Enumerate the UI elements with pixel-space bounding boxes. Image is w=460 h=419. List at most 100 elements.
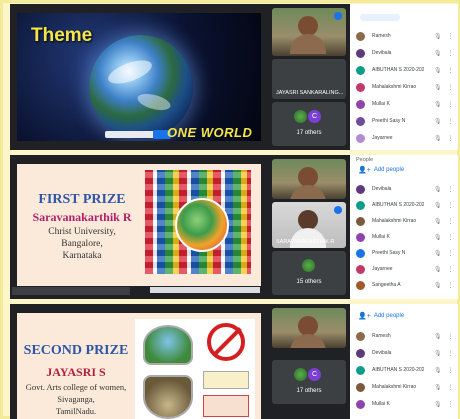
microphone-icon[interactable]: 🎙 xyxy=(434,33,442,40)
participant-row[interactable]: Mullai K 🎙 ⋮ xyxy=(356,231,454,243)
person-body xyxy=(290,34,326,54)
participant-row[interactable]: Devibala 🎙 ⋮ xyxy=(356,183,454,195)
participant-row[interactable]: Devibala 🎙 ⋮ xyxy=(356,47,454,59)
winner-detail-line: Sivaganga, xyxy=(57,394,95,404)
prize-title: SECOND PRIZE xyxy=(23,343,129,358)
avatar xyxy=(356,264,365,274)
more-vertical-icon[interactable]: ⋮ xyxy=(448,135,454,142)
hourglass-poster-image xyxy=(135,319,255,419)
participant-name: Jayarnee xyxy=(372,135,393,141)
more-vertical-icon[interactable]: ⋮ xyxy=(448,282,454,289)
presentation-stage: FIRST PRIZE Saravanakarthik R Christ Uni… xyxy=(10,155,268,299)
more-vertical-icon[interactable]: ⋮ xyxy=(448,367,454,374)
video-tile-name[interactable]: JAYASRI SANKARALING... xyxy=(272,59,346,99)
participant-row[interactable]: Sangeetha A 🎙 ⋮ xyxy=(356,279,454,291)
participant-row[interactable]: Mahalakshmi Kirrao 🎙 ⋮ xyxy=(356,215,454,227)
video-tile-presenter[interactable]: SARAVANAKARTHIK R xyxy=(272,202,346,248)
avatar xyxy=(356,216,365,226)
participant-row[interactable]: Jayarnee 🎙 ⋮ xyxy=(356,132,454,144)
add-people-label: Add people xyxy=(373,167,405,173)
microphone-icon[interactable]: 🎙 xyxy=(434,384,442,391)
slide-subtitle: ONE WORLD xyxy=(167,125,253,140)
no-sign-icon xyxy=(207,323,245,361)
participant-row[interactable]: Mahalakshmi Kirrao 🎙 ⋮ xyxy=(356,381,454,393)
microphone-icon[interactable]: 🎙 xyxy=(434,118,442,125)
more-vertical-icon[interactable]: ⋮ xyxy=(448,218,454,225)
more-vertical-icon[interactable]: ⋮ xyxy=(448,266,454,273)
add-people-button[interactable]: 👤+ Add people xyxy=(358,166,404,174)
avatar: C xyxy=(308,110,321,123)
microphone-icon[interactable]: 🎙 xyxy=(434,186,442,193)
microphone-icon[interactable]: 🎙 xyxy=(434,282,442,289)
participant-name: Devibala xyxy=(372,50,392,56)
video-tile-presenter[interactable] xyxy=(272,8,346,56)
globe-poster-image xyxy=(175,198,229,252)
hourglass-top xyxy=(143,325,193,365)
meeting-panel-first-prize: FIRST PRIZE Saravanakarthik R Christ Uni… xyxy=(10,155,458,299)
theme-slide: Theme ONE WORLD xyxy=(17,13,261,141)
video-tile[interactable] xyxy=(272,159,346,199)
participant-row[interactable]: Ramesh 🎙 ⋮ xyxy=(356,30,454,42)
participant-name: Jayarnee xyxy=(372,266,393,272)
participant-row[interactable]: Mullai K 🎙 ⋮ xyxy=(356,398,454,410)
video-tile-presenter[interactable] xyxy=(272,308,346,348)
participant-row[interactable]: AIBUTHAN S 2020-2024 🎙 ⋮ xyxy=(356,64,454,76)
hourglass-bottom xyxy=(143,375,193,419)
microphone-icon[interactable]: 🎙 xyxy=(434,84,442,91)
microphone-icon[interactable]: 🎙 xyxy=(434,266,442,273)
cloud-shape xyxy=(105,55,155,89)
poster-note xyxy=(203,371,249,389)
more-vertical-icon[interactable]: ⋮ xyxy=(448,186,454,193)
microphone-icon[interactable]: 🎙 xyxy=(434,401,442,408)
microphone-icon[interactable]: 🎙 xyxy=(434,218,442,225)
person-head xyxy=(298,167,318,187)
more-vertical-icon[interactable]: ⋮ xyxy=(448,401,454,408)
participant-row[interactable]: Preethi Sasy N 🎙 ⋮ xyxy=(356,247,454,259)
participant-row[interactable]: Ramesh 🎙 ⋮ xyxy=(356,330,454,342)
participant-row[interactable]: AIBUTHAN S 2020-2024 🎙 ⋮ xyxy=(356,199,454,211)
microphone-icon[interactable]: 🎙 xyxy=(434,50,442,57)
more-vertical-icon[interactable]: ⋮ xyxy=(448,84,454,91)
avatar xyxy=(356,99,365,109)
microphone-icon[interactable]: 🎙 xyxy=(434,367,442,374)
more-vertical-icon[interactable]: ⋮ xyxy=(448,33,454,40)
more-vertical-icon[interactable]: ⋮ xyxy=(448,202,454,209)
avatar xyxy=(356,31,365,41)
microphone-icon[interactable]: 🎙 xyxy=(434,101,442,108)
winner-detail-line: Govt. Arts college of women, xyxy=(25,382,127,392)
video-tile-others[interactable]: C 17 others xyxy=(272,360,346,404)
participant-row[interactable]: Preethi Sasy N 🎙 ⋮ xyxy=(356,115,454,127)
avatar xyxy=(294,110,307,123)
more-vertical-icon[interactable]: ⋮ xyxy=(448,118,454,125)
video-tile-others[interactable]: C 17 others xyxy=(272,102,346,146)
microphone-icon[interactable]: 🎙 xyxy=(434,67,442,74)
more-vertical-icon[interactable]: ⋮ xyxy=(448,384,454,391)
more-vertical-icon[interactable]: ⋮ xyxy=(448,350,454,357)
microphone-icon[interactable]: 🎙 xyxy=(434,202,442,209)
avatar xyxy=(356,133,365,143)
microphone-icon[interactable]: 🎙 xyxy=(434,350,442,357)
person-head xyxy=(298,316,318,336)
participant-row[interactable]: Mullai K 🎙 ⋮ xyxy=(356,98,454,110)
more-vertical-icon[interactable]: ⋮ xyxy=(448,234,454,241)
others-count: 15 others xyxy=(296,279,322,285)
more-vertical-icon[interactable]: ⋮ xyxy=(448,67,454,74)
microphone-icon[interactable]: 🎙 xyxy=(434,250,442,257)
participant-row[interactable]: Mahalakshmi Kirrao 🎙 ⋮ xyxy=(356,81,454,93)
person-head xyxy=(298,16,318,36)
more-vertical-icon[interactable]: ⋮ xyxy=(448,333,454,340)
add-people-label: Add people xyxy=(373,313,405,319)
more-vertical-icon[interactable]: ⋮ xyxy=(448,50,454,57)
more-vertical-icon[interactable]: ⋮ xyxy=(448,250,454,257)
participant-row[interactable]: Jayarnee 🎙 ⋮ xyxy=(356,263,454,275)
microphone-icon[interactable]: 🎙 xyxy=(434,234,442,241)
video-tile-others[interactable]: 15 others xyxy=(272,251,346,295)
microphone-icon[interactable]: 🎙 xyxy=(434,333,442,340)
microphone-icon[interactable]: 🎙 xyxy=(434,135,442,142)
participant-row[interactable]: AIBUTHAN S 2020-2024 🎙 ⋮ xyxy=(356,364,454,376)
add-people-button[interactable]: 👤+ Add people xyxy=(358,312,404,320)
more-vertical-icon[interactable]: ⋮ xyxy=(448,101,454,108)
participant-row[interactable]: Devibala 🎙 ⋮ xyxy=(356,347,454,359)
participant-name: Mullai K xyxy=(372,234,390,240)
winner-detail-line: TamilNadu. xyxy=(55,406,97,416)
